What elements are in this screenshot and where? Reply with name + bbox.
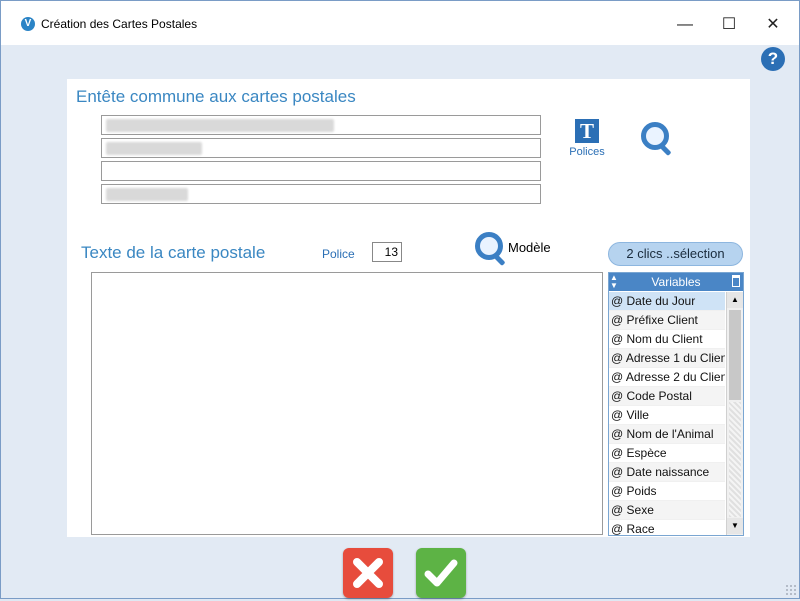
cancel-button[interactable] <box>343 548 393 598</box>
main-window: V Création des Cartes Postales — ☐ ✕ ? E… <box>0 0 800 599</box>
two-clicks-selection-button[interactable]: 2 clics ..sélection <box>608 242 743 266</box>
variables-rows: @ Date du Jour @ Préfixe Client @ Nom du C… <box>609 292 725 535</box>
card-text-area[interactable] <box>91 272 603 535</box>
sort-icon[interactable]: ▲ ▼ <box>610 274 618 290</box>
variables-scrollbar[interactable]: ▲ ▼ <box>726 292 743 535</box>
header-section-title: Entête commune aux cartes postales <box>76 87 356 106</box>
close-icon <box>353 558 383 588</box>
minimize-button[interactable]: — <box>663 11 707 39</box>
app-logo-icon: V <box>21 17 35 31</box>
scroll-down-icon[interactable]: ▼ <box>727 518 743 534</box>
redacted-text <box>106 119 334 132</box>
variable-item[interactable]: @ Ville <box>609 406 725 425</box>
variable-item[interactable]: @ Nom du Client <box>609 330 725 349</box>
polices-button[interactable]: T Polices <box>569 119 605 158</box>
modele-link[interactable]: Modèle <box>508 240 551 255</box>
variable-item[interactable]: @ Nom de l'Animal <box>609 425 725 444</box>
header-search-button[interactable] <box>641 122 677 158</box>
header-line-2-input[interactable] <box>101 138 541 158</box>
police-size-input[interactable]: 13 <box>372 242 402 262</box>
trash-icon[interactable] <box>732 275 740 287</box>
variable-item[interactable]: @ Date du Jour <box>609 292 725 311</box>
content-panel: Entête commune aux cartes postales T Pol… <box>67 79 750 537</box>
texte-section-title: Texte de la carte postale <box>81 243 266 262</box>
help-icon[interactable]: ? <box>761 47 785 71</box>
scroll-thumb[interactable] <box>729 310 741 400</box>
checkmark-icon <box>424 559 458 587</box>
variables-list[interactable]: ▲ ▼ Variables @ Date du Jour @ Préfixe Cli… <box>608 272 744 536</box>
variable-item[interactable]: @ Code Postal <box>609 387 725 406</box>
close-window-button[interactable]: ✕ <box>751 11 795 39</box>
scroll-up-icon[interactable]: ▲ <box>727 292 743 308</box>
header-line-3-input[interactable] <box>101 161 541 181</box>
variable-item[interactable]: @ Préfixe Client <box>609 311 725 330</box>
font-icon: T <box>575 119 599 143</box>
variable-item[interactable]: @ Poids <box>609 482 725 501</box>
ok-button[interactable] <box>416 548 466 598</box>
variable-item[interactable]: @ Sexe <box>609 501 725 520</box>
variable-item[interactable]: @ Adresse 1 du Client <box>609 349 725 368</box>
variable-item[interactable]: @ Espèce <box>609 444 725 463</box>
modele-search-button[interactable] <box>475 232 511 268</box>
variable-item[interactable]: @ Adresse 2 du Client <box>609 368 725 387</box>
redacted-text <box>106 142 202 155</box>
resize-grip[interactable] <box>785 584 797 596</box>
window-title: Création des Cartes Postales <box>41 17 198 31</box>
police-label: Police <box>322 247 355 261</box>
variable-item[interactable]: @ Date naissance <box>609 463 725 482</box>
variable-item[interactable]: @ Race <box>609 520 725 535</box>
maximize-button[interactable]: ☐ <box>707 11 751 39</box>
variables-header: ▲ ▼ Variables <box>609 273 743 291</box>
polices-label: Polices <box>569 146 605 158</box>
header-line-4-input[interactable] <box>101 184 541 204</box>
title-bar: V Création des Cartes Postales — ☐ ✕ <box>1 1 799 45</box>
redacted-text <box>106 188 188 201</box>
header-line-1-input[interactable] <box>101 115 541 135</box>
